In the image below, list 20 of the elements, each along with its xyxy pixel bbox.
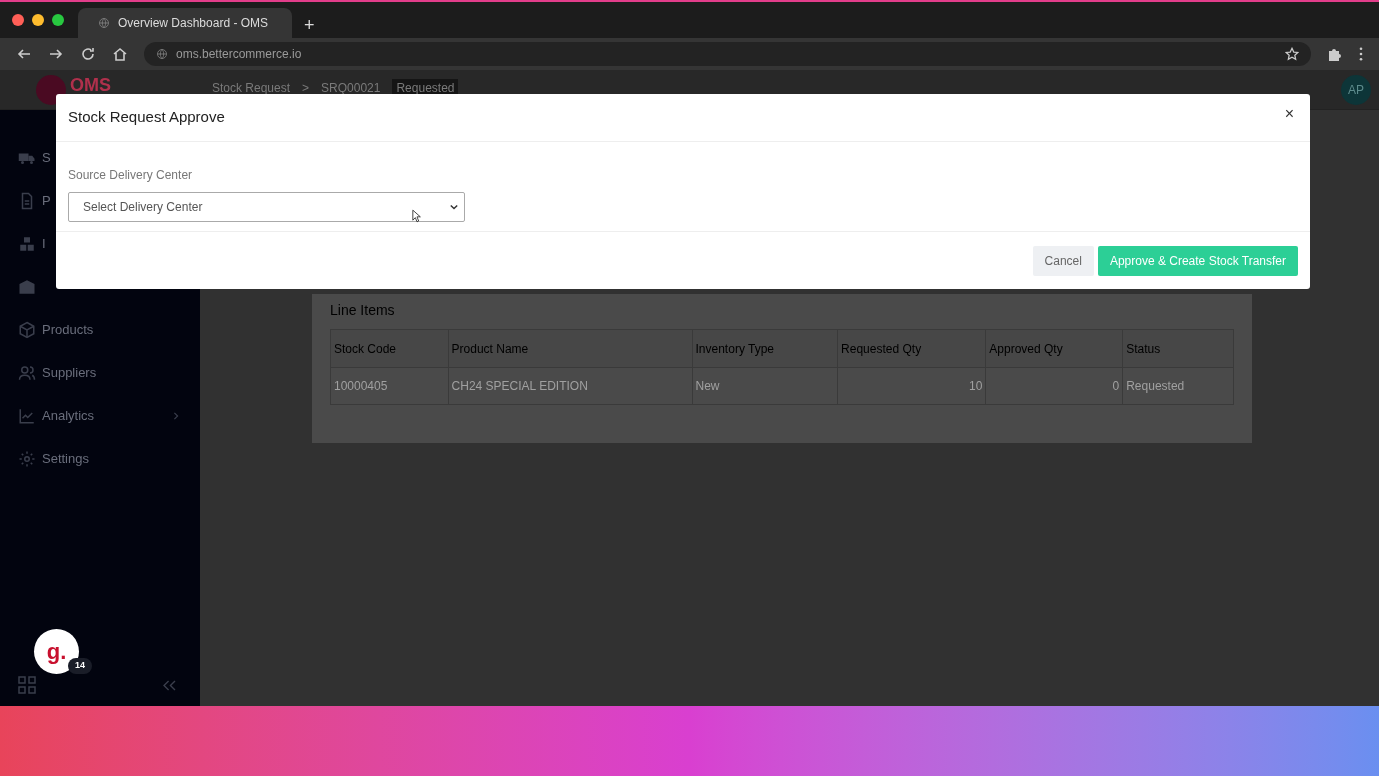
column-header: Status	[1122, 329, 1234, 368]
column-header: Approved Qty	[985, 329, 1123, 368]
modal-title: Stock Request Approve	[68, 107, 225, 128]
notification-badge: 14	[68, 658, 92, 674]
breadcrumb-separator: >	[302, 79, 310, 97]
table-cell: CH24 SPECIAL EDITION	[448, 367, 692, 405]
section-title: Line Items	[330, 301, 396, 320]
url-text: oms.bettercommerce.io	[176, 46, 303, 63]
table-cell: 10	[837, 367, 986, 405]
table-cell: 10000405	[330, 367, 449, 405]
logo-text: OMS	[70, 74, 111, 97]
field-label: Source Delivery Center	[68, 167, 194, 184]
column-header: Product Name	[448, 329, 692, 368]
column-header: Stock Code	[330, 329, 449, 368]
table-cell: Requested	[1122, 367, 1234, 405]
breadcrumb-item: SRQ00021	[321, 79, 381, 97]
table-cell: 0	[985, 367, 1123, 405]
table-cell: New	[692, 367, 838, 405]
column-header: Requested Qty	[837, 329, 986, 368]
column-header: Inventory Type	[692, 329, 838, 368]
